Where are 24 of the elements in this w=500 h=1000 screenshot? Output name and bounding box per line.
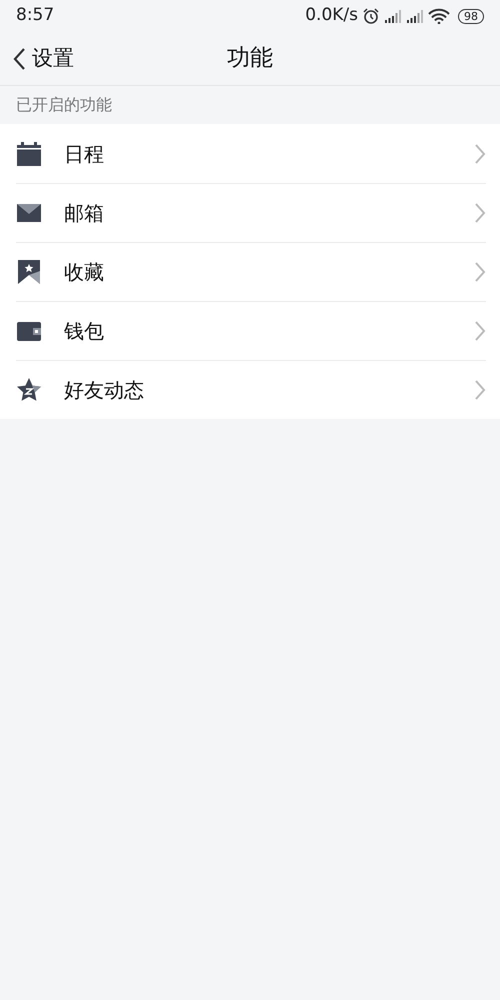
list-item[interactable]: 日程	[0, 124, 500, 183]
chevron-icon	[474, 142, 486, 164]
list-item[interactable]: 钱包	[0, 301, 500, 360]
chevron-icon	[474, 261, 486, 283]
bookmark-icon	[16, 259, 42, 285]
list-item[interactable]: 好友动态	[0, 360, 500, 419]
chevron-icon	[474, 202, 486, 224]
chevron-icon	[474, 379, 486, 401]
network-speed: 0.0K/s	[305, 4, 358, 28]
signal-icon	[384, 8, 402, 24]
page-title: 功能	[227, 44, 273, 74]
back-icon	[12, 46, 26, 70]
wifi-icon	[428, 8, 450, 24]
star-icon	[16, 377, 42, 403]
clock: 8:57	[16, 4, 54, 28]
back-button[interactable]: 设置	[0, 42, 74, 74]
signal-icon	[406, 8, 424, 24]
chevron-icon	[474, 320, 486, 342]
list-item[interactable]: 邮箱	[0, 183, 500, 242]
section-header: 已开启的功能	[15, 94, 113, 116]
list-item[interactable]: 收藏	[0, 242, 500, 301]
alarm-icon	[362, 7, 380, 25]
battery-indicator: 98	[458, 8, 484, 24]
calendar-icon	[16, 140, 42, 166]
